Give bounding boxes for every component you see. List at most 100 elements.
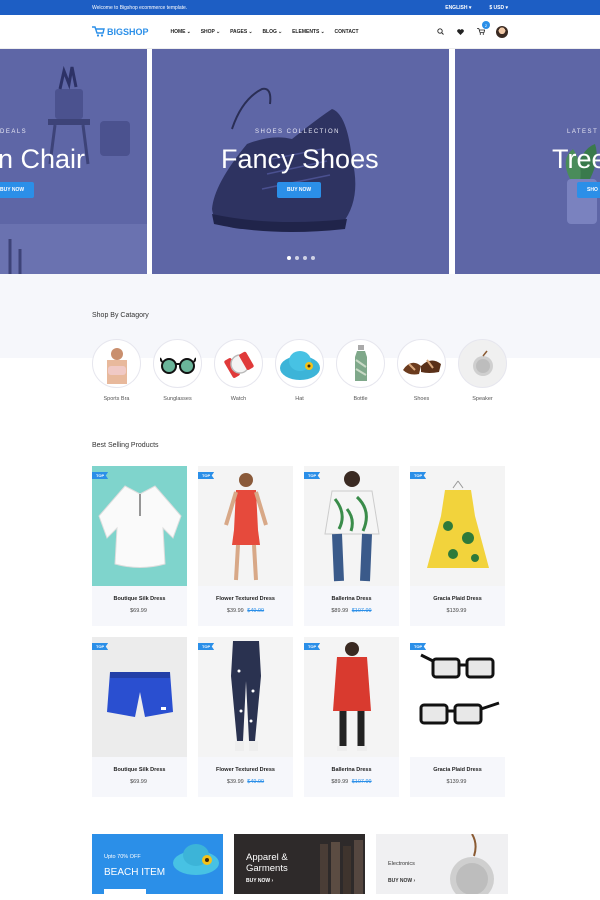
bottle-icon [336,339,385,388]
best-selling-section: Best Selling Products TOP Boutique Silk … [0,442,600,797]
hero-left-subtitle: DEALS [0,129,28,135]
hat-icon [173,844,219,875]
banner-small-text: Upto 70% OFF [104,854,141,860]
product-card[interactable]: TOP Boutique Silk Dress $69.99 [92,466,187,626]
category-list: Sports Bra Sunglasses Watch Hat Bottle S… [92,339,508,402]
welcome-text: Welcome to Bigshop ecommerce template. [92,4,188,11]
hero-right-buy-button[interactable]: SHO [577,182,600,198]
nav-pages[interactable]: PAGES ⌄ [230,29,252,35]
cart-logo-icon [92,26,105,37]
product-image: TOP [304,466,399,586]
category-label: Sports Bra [103,396,130,402]
product-card[interactable]: TOP Gracia Plaid Dress $139.99 [410,466,505,626]
sandals-icon [397,339,446,388]
category-item[interactable]: Shoes [397,339,446,402]
banner-buy-now-link[interactable]: BUY NOW › [388,878,415,884]
logo-text: BIGSHOP [107,26,149,37]
banner-title: BEACH ITEM [104,867,166,878]
hero-center-buy-button[interactable]: BUY NOW [277,182,322,198]
chevron-down-icon: ⌄ [186,28,191,35]
hero-center-subtitle: SHOES COLLECTION [255,129,341,135]
product-name[interactable]: Ballerina Dress [304,767,399,773]
category-item[interactable]: Watch [214,339,263,402]
hero-left-buy-button[interactable]: BUY NOW [0,182,35,198]
product-image: TOP [410,466,505,586]
promo-banner-apparel[interactable]: Apparel & Garments BUY NOW › [234,834,365,894]
top-tag: TOP [92,472,109,479]
slider-dot[interactable] [303,256,307,260]
top-tag: TOP [198,643,215,650]
category-item[interactable]: Sports Bra [92,339,141,402]
banner-button-edge[interactable] [104,889,146,894]
nav-elements[interactable]: ELEMENTS ⌄ [292,29,324,35]
product-price: $89.99 $107.99 [331,608,372,614]
speaker-icon [458,339,507,388]
nav-home[interactable]: HOME ⌄ [171,29,191,35]
product-name[interactable]: Flower Textured Dress [198,767,293,773]
chevron-down-icon: ⌄ [215,28,221,35]
main-header: BIGSHOP HOME ⌄ SHOP ⌄ PAGES ⌄ BLOG ⌄ ELEMENT… [0,15,600,49]
category-item[interactable]: Hat [275,339,324,402]
top-tag: TOP [92,643,109,650]
hat-icon [275,339,324,388]
product-price: $39.99 $49.99 [226,608,265,614]
product-card[interactable]: TOP Ballerina Dress $89.99 $107.99 [304,637,399,797]
product-name[interactable]: Ballerina Dress [304,596,399,602]
product-name[interactable]: Flower Textured Dress [198,596,293,602]
product-card[interactable]: TOP Flower Textured Dress $39.99 $49.99 [198,637,293,797]
best-selling-title: Best Selling Products [92,442,159,449]
slider-dot[interactable] [311,256,315,260]
product-name[interactable]: Boutique Silk Dress [92,767,187,773]
category-item[interactable]: Speaker [458,339,507,402]
category-label: Speaker [472,396,493,402]
product-image: TOP [198,637,293,757]
hero-slide-center[interactable]: SHOES COLLECTION Fancy Shoes BUY NOW [152,49,449,274]
heart-icon[interactable] [456,27,465,36]
hero-right-title: Tree [552,144,600,174]
chevron-down-icon: ⌄ [277,28,283,35]
category-label: Watch [230,396,247,402]
product-card[interactable]: TOP Flower Textured Dress $39.99 $49.99 [198,466,293,626]
product-price: $69.99 [130,779,147,785]
banner-title: Apparel & Garments [246,852,288,874]
top-tag: TOP [198,472,215,479]
cart-icon[interactable]: 2 [476,21,490,36]
currency-select[interactable]: $ USD ▾ [489,5,508,11]
product-price: $89.99 $107.99 [331,779,372,785]
product-image: TOP [92,637,187,757]
promo-banner-beach[interactable]: Upto 70% OFF BEACH ITEM [92,834,223,894]
avatar[interactable] [496,25,508,38]
product-name[interactable]: Boutique Silk Dress [92,596,187,602]
hero-center-title: Fancy Shoes [221,144,379,174]
category-item[interactable]: Sunglasses [153,339,202,402]
product-grid: TOP Boutique Silk Dress $69.99 TOP Flowe… [92,637,508,797]
category-item[interactable]: Bottle [336,339,385,402]
language-select[interactable]: ENGLISH ▾ [445,5,471,11]
product-image: TOP [198,466,293,586]
promo-banner-electronics[interactable]: Electronics BUY NOW › [376,834,508,894]
main-nav: HOME ⌄ SHOP ⌄ PAGES ⌄ BLOG ⌄ ELEMENTS ⌄ CONTA… [171,29,359,35]
slider-dot[interactable] [295,256,299,260]
promo-banners: Upto 70% OFF BEACH ITEM Apparel & Garmen… [0,834,600,894]
sports-bra-icon [92,339,141,388]
nav-blog[interactable]: BLOG ⌄ [262,29,282,35]
hero-right-subtitle: LATEST [567,129,599,135]
product-grid: TOP Boutique Silk Dress $69.99 TOP Flowe… [92,466,508,626]
nav-contact[interactable]: CONTACT [335,29,359,35]
chevron-down-icon: ⌄ [248,28,253,35]
product-card[interactable]: TOP Gracia Plaid Dress $139.99 [410,637,505,797]
slider-dot[interactable] [287,256,291,260]
slider-dots [287,256,315,260]
hero-slide-right[interactable]: LATEST Tree SHO [455,49,600,274]
logo[interactable]: BIGSHOP [92,26,149,37]
product-name[interactable]: Gracia Plaid Dress [410,767,505,773]
product-name[interactable]: Gracia Plaid Dress [410,596,505,602]
banner-buy-now-link[interactable]: BUY NOW › [246,878,273,884]
product-price: $139.99 [446,779,467,785]
product-card[interactable]: TOP Boutique Silk Dress $69.99 [92,637,187,797]
product-card[interactable]: TOP Ballerina Dress $89.99 $107.99 [304,466,399,626]
search-icon[interactable] [436,27,445,36]
nav-shop[interactable]: SHOP ⌄ [201,29,220,35]
banner-small-text: Electronics [388,861,415,867]
hero-slide-left[interactable]: DEALS n Chair BUY NOW [0,49,147,274]
